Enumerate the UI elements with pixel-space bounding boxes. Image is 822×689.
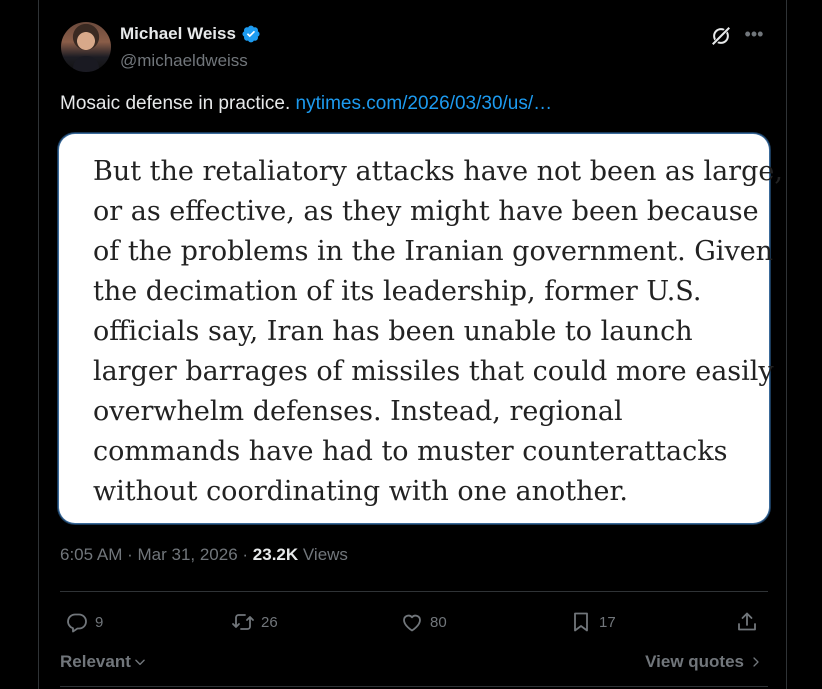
avatar-shirt [73, 56, 99, 72]
author-display-name[interactable]: Michael Weiss [120, 24, 236, 44]
meta-separator: · [122, 545, 138, 564]
tweet-text: Mosaic defense in practice. nytimes.com/… [60, 93, 552, 115]
tweet-link[interactable]: nytimes.com/2026/03/30/us/… [296, 93, 553, 114]
quote-line: the decimation of its leadership, former… [93, 276, 702, 307]
tweet-date[interactable]: Mar 31, 2026 [137, 545, 237, 564]
verified-badge-icon[interactable] [241, 24, 261, 44]
views-count: 23.2K [252, 545, 299, 564]
meta-separator: · [237, 545, 253, 564]
bookmark-button[interactable]: 17 [569, 610, 616, 634]
repost-icon [232, 614, 254, 630]
reply-sort-label: Relevant [60, 652, 131, 671]
tweet-time[interactable]: 6:05 AM [60, 545, 122, 564]
quote-line: officials say, Iran has been unable to l… [93, 316, 693, 347]
quote-line: larger barrages of missiles that could m… [93, 356, 774, 387]
view-quotes-label: View quotes [645, 652, 744, 671]
share-button[interactable] [735, 610, 759, 634]
chevron-down-icon [135, 659, 145, 666]
author-handle[interactable]: @michaeldweiss [120, 51, 248, 71]
chevron-right-icon [753, 657, 759, 667]
reply-button[interactable]: 9 [65, 610, 103, 634]
tweet-image[interactable]: But the retaliatory attacks have not bee… [59, 134, 783, 523]
like-count: 80 [430, 613, 447, 631]
quote-line: of the problems in the Iranian governmen… [93, 236, 774, 267]
quote-line: overwhelm defenses. Instead, regional [93, 396, 623, 427]
quoted-article-text: But the retaliatory attacks have not bee… [93, 152, 783, 512]
more-options-icon[interactable]: ••• [742, 24, 766, 48]
quote-line: or as effective, as they might have been… [93, 196, 759, 227]
divider-bottom [60, 686, 768, 687]
bookmark-count: 17 [599, 613, 616, 631]
like-button[interactable]: 80 [400, 610, 447, 634]
heart-icon [403, 614, 421, 632]
repost-count: 26 [261, 613, 278, 631]
author-avatar[interactable] [61, 22, 111, 72]
grok-icon[interactable] [710, 25, 732, 47]
tweet-meta: 6:05 AM · Mar 31, 2026 · 23.2K Views [60, 545, 348, 565]
tweet-detail: Michael Weiss @michaeldweiss ••• Mosaic … [38, 0, 787, 689]
tweet-body: Mosaic defense in practice. [60, 93, 296, 114]
author-name-row: Michael Weiss [120, 24, 261, 44]
quote-line: commands have had to muster counterattac… [93, 436, 728, 467]
repost-button[interactable]: 26 [231, 610, 278, 634]
quote-line: But the retaliatory attacks have not bee… [93, 156, 783, 187]
reply-count: 9 [95, 613, 104, 631]
quote-line: without coordinating with one another. [93, 476, 629, 507]
views-label: Views [298, 545, 348, 564]
divider-top [60, 591, 768, 592]
share-icon [738, 612, 756, 631]
reply-icon [67, 613, 87, 633]
bookmark-icon [574, 612, 588, 632]
reply-sort-dropdown[interactable]: Relevant [60, 652, 147, 672]
view-quotes-link[interactable]: View quotes [645, 652, 762, 672]
